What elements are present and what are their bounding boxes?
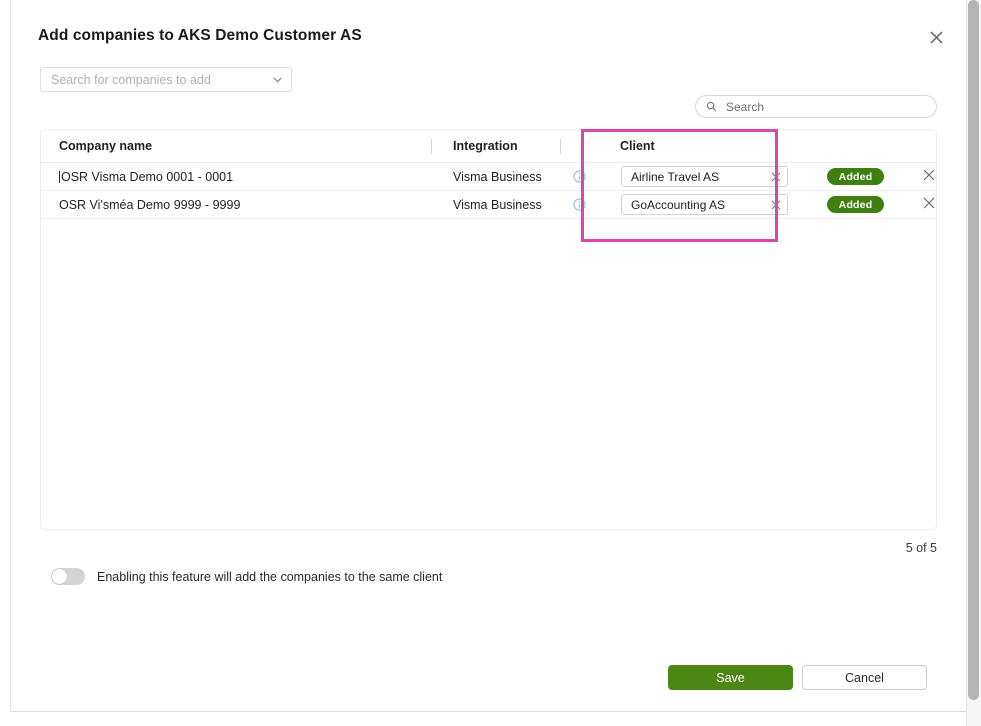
remove-row-icon[interactable] — [923, 169, 938, 184]
table-header-row: Company name Integration Client — [41, 130, 936, 163]
clear-icon[interactable] — [771, 200, 781, 210]
search-input[interactable]: Search — [695, 95, 937, 118]
chevron-down-icon — [272, 74, 283, 85]
column-resize-handle-1[interactable] — [431, 139, 432, 154]
same-client-toggle-label: Enabling this feature will add the compa… — [97, 569, 443, 584]
cell-integration: Visma Business — [453, 169, 542, 184]
cell-company-name[interactable]: OSR Vi'sméa Demo 9999 - 9999 — [59, 198, 240, 212]
close-icon[interactable] — [925, 26, 947, 48]
companies-table: Company name Integration Client OSR Vism… — [40, 129, 937, 530]
clear-icon[interactable] — [771, 172, 781, 182]
client-value: Airline Travel AS — [631, 169, 720, 184]
add-companies-dialog: Add companies to AKS Demo Customer AS Se… — [11, 0, 966, 711]
cell-company-name[interactable]: OSR Visma Demo 0001 - 0001 — [59, 170, 233, 184]
client-input[interactable]: Airline Travel AS — [621, 166, 788, 187]
column-resize-handle-2[interactable] — [560, 139, 561, 154]
screenshot-root: Add companies to AKS Demo Customer AS Se… — [0, 0, 981, 726]
same-client-toggle-row: Enabling this feature will add the compa… — [51, 568, 442, 585]
search-icon — [706, 101, 717, 112]
toggle-knob — [52, 569, 67, 584]
table-row: OSR Visma Demo 0001 - 0001 Visma Busines… — [41, 163, 936, 191]
column-header-client[interactable]: Client — [620, 139, 655, 153]
cancel-button[interactable]: Cancel — [802, 665, 927, 690]
client-value: GoAccounting AS — [631, 197, 726, 212]
search-placeholder: Search — [726, 99, 765, 114]
cell-integration: Visma Business — [453, 197, 542, 212]
company-name-text: OSR Visma Demo 0001 - 0001 — [61, 169, 234, 184]
column-header-integration[interactable]: Integration — [453, 139, 518, 153]
company-search-placeholder: Search for companies to add — [51, 72, 211, 87]
status-badge: Added — [827, 196, 884, 213]
dialog-bottom-border — [10, 711, 970, 712]
column-header-company-name[interactable]: Company name — [59, 139, 152, 153]
remove-row-icon[interactable] — [923, 197, 938, 212]
status-badge: Added — [827, 168, 884, 185]
company-search-select[interactable]: Search for companies to add — [40, 67, 292, 92]
results-counter: 5 of 5 — [905, 541, 937, 555]
info-icon[interactable] — [573, 170, 586, 183]
page-scrollbar[interactable] — [966, 0, 981, 726]
table-row: OSR Vi'sméa Demo 9999 - 9999 Visma Busin… — [41, 191, 936, 219]
text-cursor — [59, 170, 60, 183]
client-input[interactable]: GoAccounting AS — [621, 194, 788, 215]
scrollbar-thumb[interactable] — [968, 0, 979, 700]
save-button[interactable]: Save — [668, 665, 793, 690]
page-title: Add companies to AKS Demo Customer AS — [38, 27, 362, 44]
info-icon[interactable] — [573, 198, 586, 211]
same-client-toggle[interactable] — [51, 568, 85, 585]
